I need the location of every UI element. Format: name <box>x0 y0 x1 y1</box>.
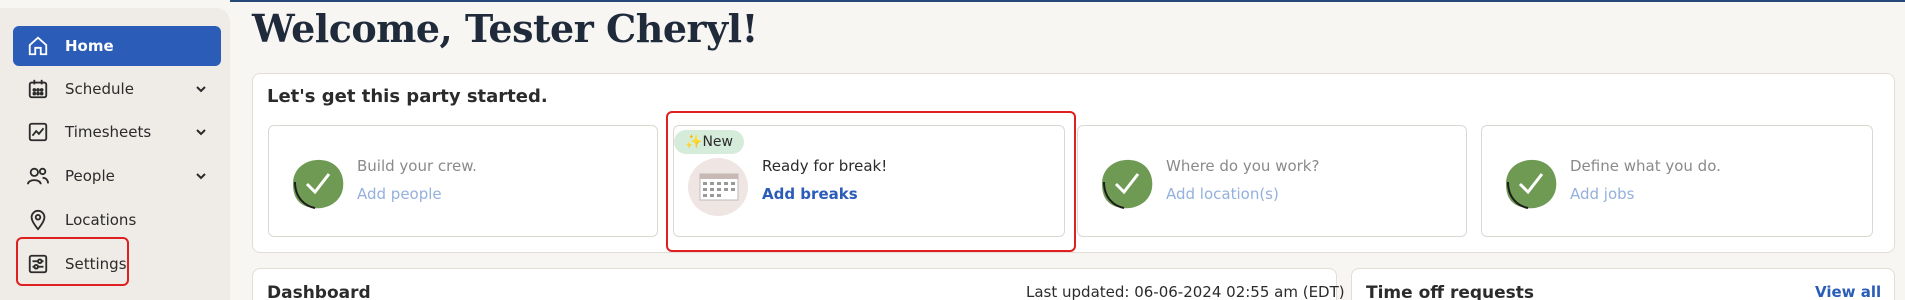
add-locations-link[interactable]: Add location(s) <box>1166 185 1279 203</box>
onboarding-card-jobs: Define what you do. Add jobs <box>1481 125 1873 237</box>
people-icon <box>25 163 51 189</box>
breaks-card-highlight <box>666 111 1076 252</box>
onboarding-title: Let's get this party started. <box>267 86 548 107</box>
sidebar-item-label: Schedule <box>65 80 134 98</box>
chevron-down-icon[interactable] <box>193 81 209 97</box>
sidebar-item-label: Home <box>65 37 114 55</box>
last-updated-text: Last updated: 06-06-2024 02:55 am (EDT) <box>1026 283 1345 300</box>
checkmark-blob-icon <box>1506 159 1557 209</box>
settings-highlight <box>16 237 129 286</box>
card-subtitle: Define what you do. <box>1570 157 1721 175</box>
sidebar-item-label: Locations <box>65 211 137 229</box>
page-title: Welcome, Tester Cheryl! <box>252 6 758 51</box>
add-jobs-link[interactable]: Add jobs <box>1570 185 1635 203</box>
onboarding-card-locations: Where do you work? Add location(s) <box>1077 125 1467 237</box>
sidebar-item-home[interactable]: Home <box>13 26 221 66</box>
home-icon <box>25 33 51 59</box>
sidebar-item-schedule[interactable]: Schedule <box>13 69 221 109</box>
sidebar-item-people[interactable]: People <box>13 156 221 196</box>
chart-icon <box>25 119 51 145</box>
sidebar-item-locations[interactable]: Locations <box>13 200 221 240</box>
add-people-link[interactable]: Add people <box>357 185 442 203</box>
chevron-down-icon[interactable] <box>193 124 209 140</box>
chevron-down-icon[interactable] <box>193 168 209 184</box>
sidebar-item-label: People <box>65 167 115 185</box>
sidebar-item-label: Timesheets <box>65 123 152 141</box>
time-off-title: Time off requests <box>1366 283 1535 300</box>
location-pin-icon <box>25 207 51 233</box>
top-border <box>230 0 1905 2</box>
checkmark-blob-icon <box>1102 159 1153 209</box>
card-subtitle: Build your crew. <box>357 157 477 175</box>
calendar-icon <box>25 76 51 102</box>
checkmark-blob-icon <box>293 159 344 209</box>
dashboard-title: Dashboard <box>267 283 371 300</box>
card-subtitle: Where do you work? <box>1166 157 1320 175</box>
sidebar-item-timesheets[interactable]: Timesheets <box>13 112 221 152</box>
view-all-link[interactable]: View all <box>1815 283 1881 300</box>
onboarding-card-people: Build your crew. Add people <box>268 125 658 237</box>
